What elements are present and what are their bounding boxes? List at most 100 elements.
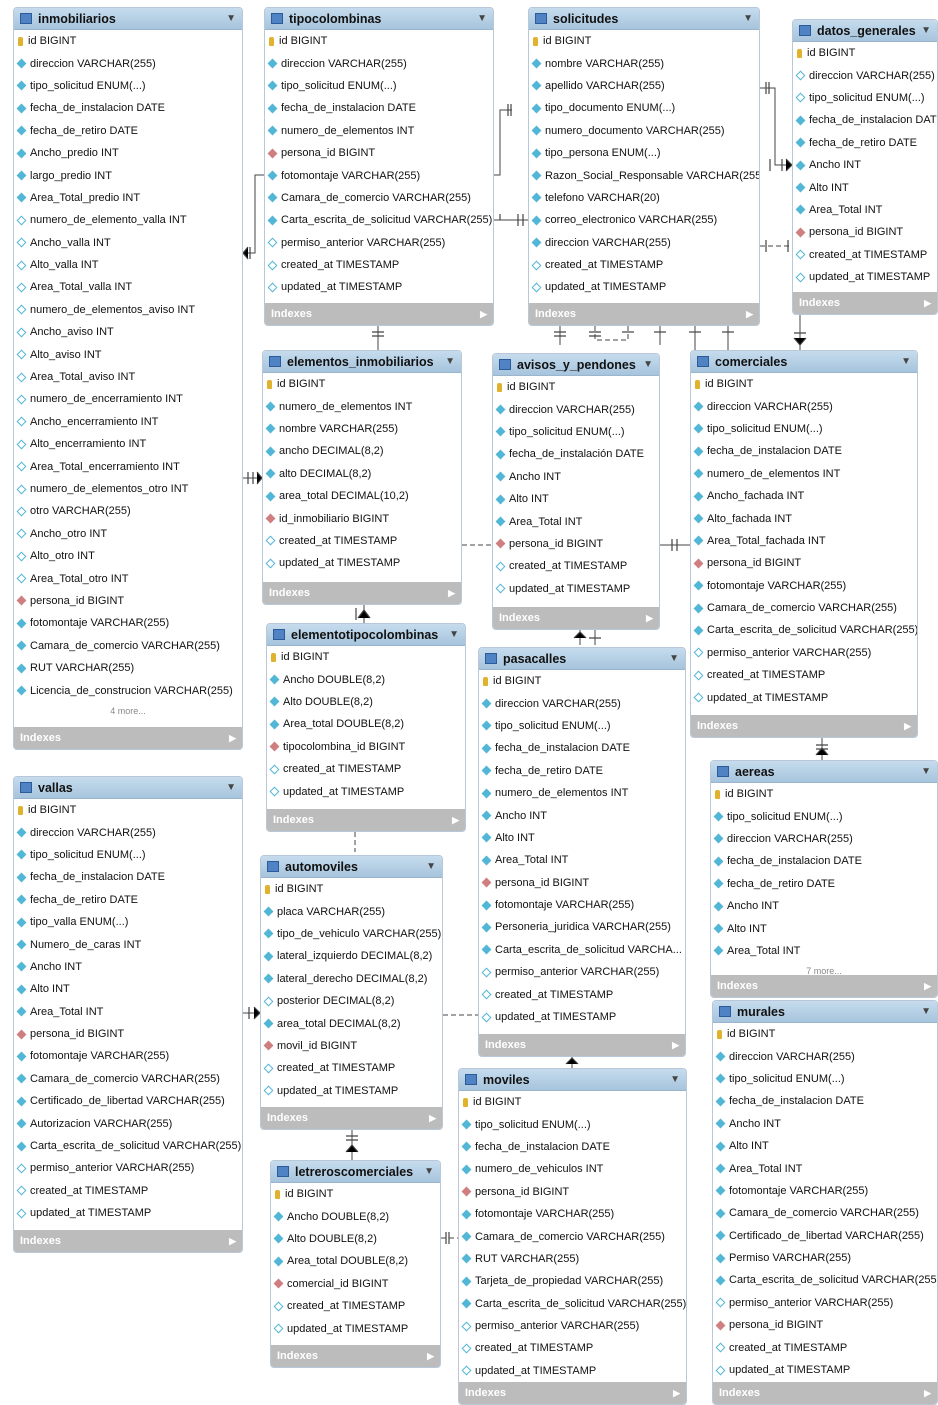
column-row[interactable]: updated_at TIMESTAMP	[263, 552, 461, 574]
table-header[interactable]: datos_generales ▼	[793, 20, 937, 42]
indexes-bar[interactable]: Indexes ▶	[267, 809, 465, 831]
table-header[interactable]: pasacalles ▼	[479, 648, 685, 670]
indexes-bar[interactable]: Indexes ▶	[713, 1382, 937, 1404]
column-row[interactable]: Alto INT	[713, 1135, 937, 1157]
table-vallas[interactable]: vallas ▼ id BIGINT direccion VARCHAR(255) ti…	[13, 776, 243, 1253]
column-row[interactable]: id BIGINT	[265, 30, 493, 52]
column-row[interactable]: fecha_de_instalacion DATE	[14, 866, 242, 888]
column-row[interactable]: Ancho INT	[793, 154, 937, 176]
expand-arrow-icon[interactable]: ▶	[429, 1113, 436, 1124]
column-row[interactable]: permiso_anterior VARCHAR(255)	[265, 232, 493, 254]
column-row[interactable]: updated_at TIMESTAMP	[14, 1202, 242, 1224]
column-row[interactable]: fecha_de_instalacion DATE	[713, 1090, 937, 1112]
table-header[interactable]: inmobiliarios ▼	[14, 8, 242, 30]
column-row[interactable]: Certificado_de_libertad VARCHAR(255)	[713, 1225, 937, 1247]
column-row[interactable]: permiso_anterior VARCHAR(255)	[479, 961, 685, 983]
column-row[interactable]: Area_Total_predio INT	[14, 187, 242, 209]
expand-arrow-icon[interactable]: ▶	[924, 981, 931, 992]
column-row[interactable]: Area_Total INT	[493, 510, 659, 532]
column-row[interactable]: fotomontaje VARCHAR(255)	[14, 1045, 242, 1067]
dropdown-arrow-icon[interactable]: ▼	[901, 356, 911, 367]
column-row[interactable]: placa VARCHAR(255)	[261, 900, 442, 922]
column-row[interactable]: RUT VARCHAR(255)	[459, 1248, 686, 1270]
column-row[interactable]: Alto INT	[14, 978, 242, 1000]
column-row[interactable]: comercial_id BIGINT	[271, 1273, 440, 1295]
column-row[interactable]: fecha_de_instalacion DATE	[459, 1136, 686, 1158]
column-row[interactable]: tipo_documento ENUM(...)	[529, 97, 759, 119]
column-row[interactable]: alto DECIMAL(8,2)	[263, 463, 461, 485]
column-row[interactable]: id_inmobiliario BIGINT	[263, 507, 461, 529]
table-letreroscomerciales[interactable]: letreroscomerciales ▼ id BIGINT Ancho DOUBL…	[270, 1160, 441, 1368]
column-row[interactable]: Tarjeta_de_propiedad VARCHAR(255)	[459, 1270, 686, 1292]
dropdown-arrow-icon[interactable]: ▼	[424, 1166, 434, 1177]
column-row[interactable]: persona_id BIGINT	[14, 590, 242, 612]
column-row[interactable]: tipo_solicitud ENUM(...)	[265, 75, 493, 97]
indexes-bar[interactable]: Indexes ▶	[529, 303, 759, 325]
column-row[interactable]: Alto INT	[711, 917, 937, 939]
column-row[interactable]: permiso_anterior VARCHAR(255)	[691, 642, 917, 664]
column-row[interactable]: created_at TIMESTAMP	[713, 1336, 937, 1358]
column-row[interactable]: lateral_izquierdo DECIMAL(8,2)	[261, 945, 442, 967]
column-row[interactable]: id BIGINT	[14, 799, 242, 821]
column-row[interactable]: Carta_escrita_de_solicitud VARCHAR(255)	[265, 209, 493, 231]
column-row[interactable]: tipo_solicitud ENUM(...)	[493, 421, 659, 443]
dropdown-arrow-icon[interactable]: ▼	[921, 25, 931, 36]
column-row[interactable]: created_at TIMESTAMP	[267, 758, 465, 780]
column-row[interactable]: Ancho_predio INT	[14, 142, 242, 164]
column-row[interactable]: direccion VARCHAR(255)	[265, 52, 493, 74]
dropdown-arrow-icon[interactable]: ▼	[921, 1006, 931, 1017]
dropdown-arrow-icon[interactable]: ▼	[921, 766, 931, 777]
column-row[interactable]: updated_at TIMESTAMP	[493, 578, 659, 600]
dropdown-arrow-icon[interactable]: ▼	[426, 861, 436, 872]
dropdown-arrow-icon[interactable]: ▼	[445, 356, 455, 367]
expand-arrow-icon[interactable]: ▶	[924, 298, 931, 309]
column-row[interactable]: lateral_derecho DECIMAL(8,2)	[261, 968, 442, 990]
column-row[interactable]: Area_total DOUBLE(8,2)	[267, 713, 465, 735]
column-row[interactable]: Ancho INT	[493, 466, 659, 488]
expand-arrow-icon[interactable]: ▶	[673, 1388, 680, 1399]
column-row[interactable]: fecha_de_instalacion DATE	[479, 737, 685, 759]
column-row[interactable]: id BIGINT	[713, 1023, 937, 1045]
column-row[interactable]: tipo_de_vehiculo VARCHAR(255)	[261, 923, 442, 945]
column-row[interactable]: tipo_solicitud ENUM(...)	[459, 1113, 686, 1135]
column-row[interactable]: nombre VARCHAR(255)	[263, 418, 461, 440]
column-row[interactable]: Area_Total_valla INT	[14, 276, 242, 298]
column-row[interactable]: Alto_otro INT	[14, 545, 242, 567]
column-row[interactable]: fecha_de_instalacion DATE	[691, 440, 917, 462]
column-row[interactable]: id BIGINT	[529, 30, 759, 52]
indexes-bar[interactable]: Indexes ▶	[691, 715, 917, 737]
column-row[interactable]: Ancho DOUBLE(8,2)	[271, 1205, 440, 1227]
column-row[interactable]: Razon_Social_Responsable VARCHAR(255)	[529, 164, 759, 186]
column-row[interactable]: fecha_de_retiro DATE	[479, 760, 685, 782]
column-row[interactable]: telefono VARCHAR(20)	[529, 187, 759, 209]
column-row[interactable]: direccion VARCHAR(255)	[711, 828, 937, 850]
indexes-bar[interactable]: Indexes ▶	[711, 975, 937, 997]
column-row[interactable]: Camara_de_comercio VARCHAR(255)	[14, 1068, 242, 1090]
column-row[interactable]: correo_electronico VARCHAR(255)	[529, 209, 759, 231]
column-row[interactable]: numero_documento VARCHAR(255)	[529, 120, 759, 142]
column-row[interactable]: id BIGINT	[711, 783, 937, 805]
table-header[interactable]: tipocolombinas ▼	[265, 8, 493, 30]
column-row[interactable]: Alto DOUBLE(8,2)	[271, 1228, 440, 1250]
column-row[interactable]: Ancho_fachada INT	[691, 485, 917, 507]
table-header[interactable]: solicitudes ▼	[529, 8, 759, 30]
table-header[interactable]: letreroscomerciales ▼	[271, 1161, 440, 1183]
column-row[interactable]: created_at TIMESTAMP	[691, 664, 917, 686]
column-row[interactable]: updated_at TIMESTAMP	[271, 1317, 440, 1339]
column-row[interactable]: Alto_fachada INT	[691, 507, 917, 529]
column-row[interactable]: fotomontaje VARCHAR(255)	[479, 894, 685, 916]
table-avisos-y-pendones[interactable]: avisos_y_pendones ▼ id BIGINT direccion VAR…	[492, 353, 660, 630]
column-row[interactable]: largo_predio INT	[14, 164, 242, 186]
indexes-bar[interactable]: Indexes ▶	[793, 292, 937, 314]
column-row[interactable]: created_at TIMESTAMP	[459, 1337, 686, 1359]
column-row[interactable]: Carta_escrita_de_solicitud VARCHAR(255)	[713, 1269, 937, 1291]
column-row[interactable]: tipo_solicitud ENUM(...)	[14, 844, 242, 866]
expand-arrow-icon[interactable]: ▶	[672, 1040, 679, 1051]
column-row[interactable]: direccion VARCHAR(255)	[14, 52, 242, 74]
column-row[interactable]: numero_de_elemento_valla INT	[14, 209, 242, 231]
table-header[interactable]: automoviles ▼	[261, 856, 442, 878]
column-row[interactable]: ancho DECIMAL(8,2)	[263, 440, 461, 462]
column-row[interactable]: otro VARCHAR(255)	[14, 500, 242, 522]
column-row[interactable]: movil_id BIGINT	[261, 1035, 442, 1057]
table-header[interactable]: aereas ▼	[711, 761, 937, 783]
